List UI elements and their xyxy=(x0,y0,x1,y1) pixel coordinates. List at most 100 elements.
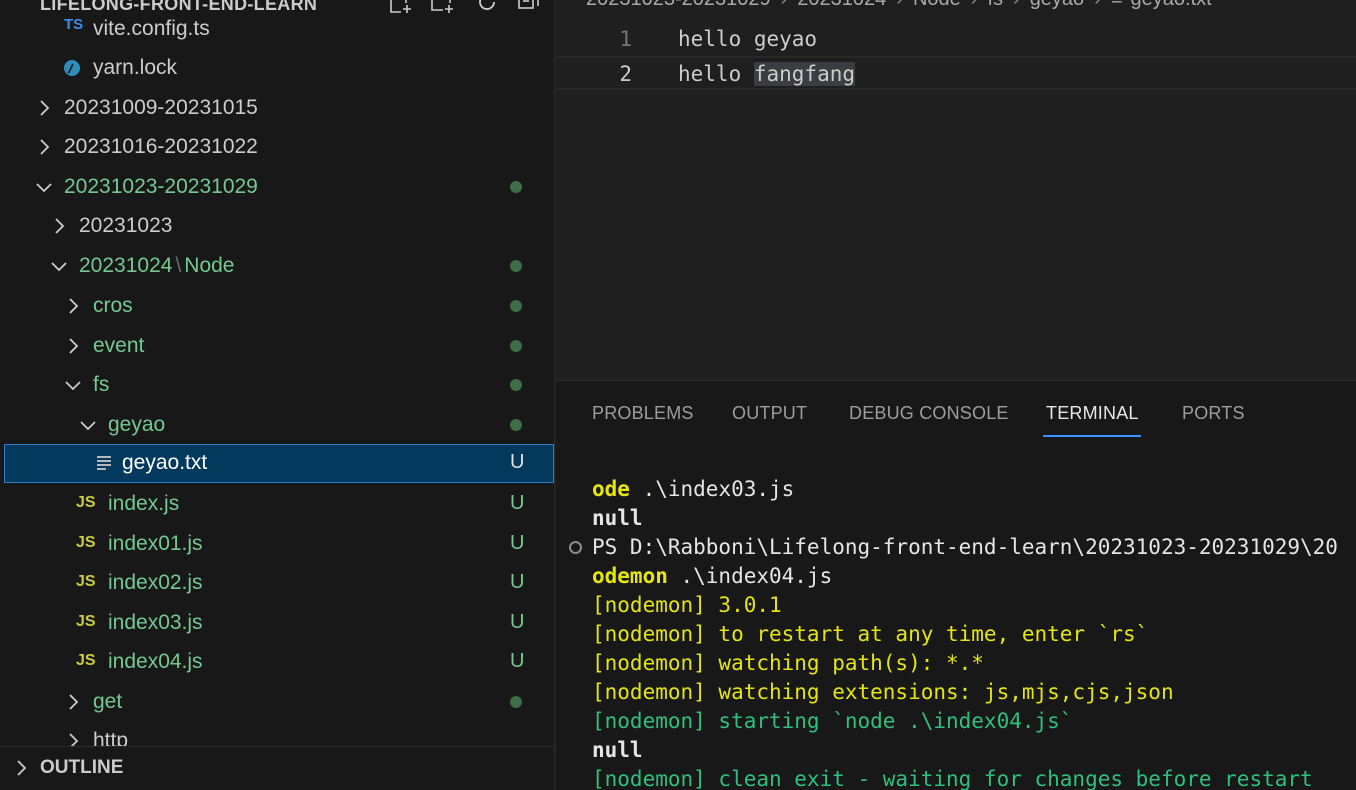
tree-item-label: geyao xyxy=(108,413,166,436)
tree-item-folder-20231024-node[interactable]: 20231024 \ Node xyxy=(4,247,554,285)
tree-item-label: 20231016-20231022 xyxy=(64,135,258,158)
git-modified-dot xyxy=(510,340,522,352)
terminal-line: [nodemon] to restart at any time, enter … xyxy=(592,622,1149,646)
tree-item-label: yarn.lock xyxy=(93,56,178,79)
terminal-line: PS D:\Rabboni\Lifelong-front-end-learn\2… xyxy=(592,535,1338,559)
terminal-text: ode xyxy=(592,477,630,501)
breadcrumb-item[interactable]: geyao xyxy=(1030,0,1085,10)
tab-ports[interactable]: PORTS xyxy=(1182,403,1245,424)
tab-debug-console[interactable]: DEBUG CONSOLE xyxy=(849,403,1009,424)
breadcrumb-item[interactable]: fs xyxy=(987,0,1003,10)
tab-problems[interactable]: PROBLEMS xyxy=(592,403,694,424)
git-untracked-badge: U xyxy=(510,532,525,554)
tree-item-label: index03.js xyxy=(108,611,203,634)
line-number: 2 xyxy=(619,62,632,86)
git-modified-dot xyxy=(510,379,522,391)
git-modified-dot xyxy=(510,300,522,312)
tree-item-folder-get[interactable]: get xyxy=(4,683,554,721)
git-untracked-badge: U xyxy=(510,451,525,473)
tree-item-folder-20231009[interactable]: 20231009-20231015 xyxy=(4,89,554,127)
tree-item-label: event xyxy=(93,334,145,357)
git-untracked-badge: U xyxy=(510,571,525,593)
terminal-line: ode .\index03.js xyxy=(592,477,794,506)
active-tab-indicator xyxy=(1043,435,1141,437)
code-line[interactable]: 1 hello geyao xyxy=(556,23,1356,57)
tree-item-vite-config[interactable]: TS vite.config.ts xyxy=(4,10,554,48)
terminal-line: [nodemon] 3.0.1 xyxy=(592,593,782,617)
command-decoration-icon[interactable] xyxy=(569,541,582,554)
git-untracked-badge: U xyxy=(510,611,525,633)
tree-item-label: index01.js xyxy=(108,532,203,555)
tree-item-folder-20231023[interactable]: 20231023 xyxy=(4,207,554,245)
breadcrumb-item[interactable]: 20231023-20231029 xyxy=(586,0,771,10)
tree-item-index-js[interactable]: JS index.js U xyxy=(4,485,554,523)
tab-output[interactable]: OUTPUT xyxy=(732,403,807,424)
chevron-down-icon xyxy=(64,374,82,396)
line-text: hello fangfang xyxy=(678,62,856,86)
tree-item-label: index02.js xyxy=(108,571,203,594)
tree-item-label: cros xyxy=(93,294,133,317)
outline-section-header[interactable]: OUTLINE xyxy=(0,746,554,790)
terminal-line: null xyxy=(592,738,643,762)
breadcrumb-item[interactable]: geyao.txt xyxy=(1131,0,1212,10)
chevron-right-icon xyxy=(12,757,30,779)
tree-item-folder-event[interactable]: event xyxy=(4,327,554,365)
breadcrumb-separator: › xyxy=(971,0,978,10)
breadcrumb-item[interactable]: 20231024 xyxy=(797,0,886,10)
tree-item-yarn-lock[interactable]: yarn.lock xyxy=(4,49,554,87)
terminal-line: [nodemon] starting `node .\index04.js` xyxy=(592,709,1073,733)
terminal-line: [nodemon] watching path(s): *.* xyxy=(592,651,984,675)
tree-item-label: 20231024 \ Node xyxy=(79,254,234,278)
tree-item-index02-js[interactable]: JS index02.js U xyxy=(4,564,554,602)
line-text-part: geyao xyxy=(753,27,818,51)
code-line-current[interactable]: 2 hello fangfang xyxy=(556,56,1356,90)
tab-terminal[interactable]: TERMINAL xyxy=(1046,403,1139,424)
terminal-text: odemon xyxy=(592,564,668,588)
chevron-down-icon xyxy=(50,255,68,277)
folder-segment-20231024: 20231024 xyxy=(79,254,173,277)
line-text-part: hello xyxy=(678,62,754,86)
editor-area[interactable]: 20231023-20231029 › 20231024 › Node › fs › geyao… xyxy=(556,0,1356,380)
tree-item-label: 20231023-20231029 xyxy=(64,175,258,198)
tree-item-label: 20231009-20231015 xyxy=(64,96,258,119)
tree-item-label: index04.js xyxy=(108,650,203,673)
chevron-right-icon xyxy=(64,335,82,357)
yarn-icon xyxy=(62,57,82,84)
tree-item-folder-fs[interactable]: fs xyxy=(4,366,554,404)
javascript-file-icon: JS xyxy=(76,613,96,630)
git-modified-dot xyxy=(510,260,522,272)
chevron-down-icon xyxy=(79,414,97,436)
terminal-text: .\index03.js xyxy=(629,477,795,501)
tree-item-label: 20231023 xyxy=(79,214,173,237)
terminal-text: .\index04.js xyxy=(667,564,833,588)
tree-item-geyao-txt[interactable]: geyao.txt U xyxy=(4,444,554,483)
git-modified-dot xyxy=(510,181,522,193)
terminal-line: [nodemon] clean exit - waiting for chang… xyxy=(592,767,1313,790)
tree-item-folder-cros[interactable]: cros xyxy=(4,287,554,325)
terminal-line: [nodemon] watching extensions: js,mjs,cj… xyxy=(592,680,1174,704)
tree-item-label: vite.config.ts xyxy=(93,17,210,40)
chevron-right-icon xyxy=(50,215,68,237)
git-untracked-badge: U xyxy=(510,650,525,672)
folder-segment-node: Node xyxy=(184,254,235,277)
folder-separator: \ xyxy=(175,254,182,277)
breadcrumb-item[interactable]: Node xyxy=(913,0,961,10)
chevron-right-icon xyxy=(35,97,53,119)
tree-item-folder-20231016[interactable]: 20231016-20231022 xyxy=(4,128,554,166)
bottom-panel: PROBLEMS OUTPUT DEBUG CONSOLE TERMINAL P… xyxy=(556,380,1356,790)
tree-item-index03-js[interactable]: JS index03.js U xyxy=(4,604,554,642)
git-modified-dot xyxy=(510,419,522,431)
text-file-icon xyxy=(95,453,113,478)
breadcrumb: 20231023-20231029 › 20231024 › Node › fs › geyao… xyxy=(586,0,1212,11)
tree-item-index04-js[interactable]: JS index04.js U xyxy=(4,643,554,681)
text-file-icon: ≡ xyxy=(1111,0,1123,10)
tree-item-folder-20231023-20231029[interactable]: 20231023-20231029 xyxy=(4,168,554,206)
line-text-part: hello xyxy=(678,27,754,51)
tree-item-index01-js[interactable]: JS index01.js U xyxy=(4,525,554,563)
git-modified-dot xyxy=(510,696,522,708)
tree-item-label: fs xyxy=(93,373,110,396)
line-number: 1 xyxy=(619,27,632,51)
git-untracked-badge: U xyxy=(510,492,525,514)
tree-item-folder-geyao[interactable]: geyao xyxy=(4,406,554,444)
tree-item-label: index.js xyxy=(108,492,180,515)
